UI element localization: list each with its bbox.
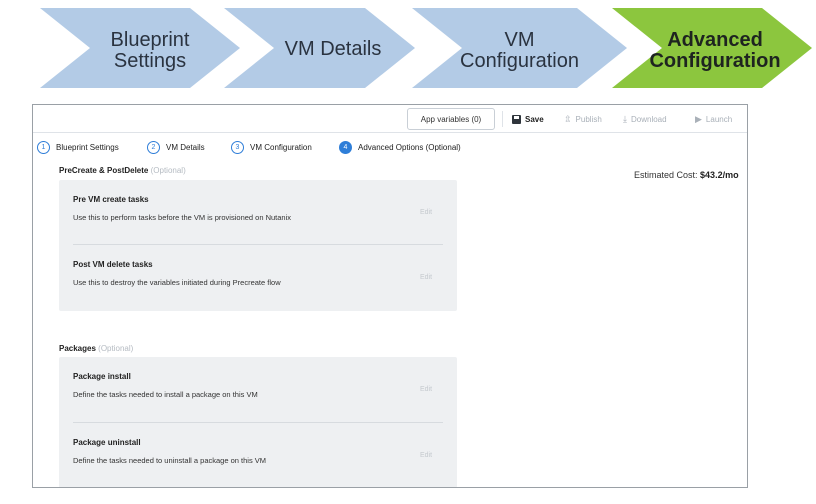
task-post-vm-delete: Post VM delete tasks Use this to destroy… (59, 245, 457, 311)
download-label: Download (630, 114, 667, 124)
precreate-panel: Pre VM create tasks Use this to perform … (59, 180, 457, 311)
publish-label: Publish (575, 114, 602, 124)
launch-label: Launch (705, 114, 733, 124)
step-vm-details[interactable]: 2 VM Details (147, 141, 205, 154)
optional-tag: (Optional) (98, 344, 134, 353)
chevron-label-line1: VM Details (284, 38, 382, 60)
optional-tag: (Optional) (150, 166, 186, 175)
section-title-text: PreCreate & PostDelete (59, 166, 149, 175)
task-description: Use this to destroy the variables initia… (73, 278, 281, 287)
chevron-label-vm-details: VM Details (268, 39, 398, 60)
download-button[interactable]: ⤓ Download (623, 112, 667, 126)
app-variables-button[interactable]: App variables (0) (407, 108, 495, 130)
task-description: Define the tasks needed to install a pac… (73, 390, 258, 399)
chevron-label-blueprint-settings: Blueprint Settings (95, 30, 205, 72)
step-advanced-options[interactable]: 4 Advanced Options (Optional) (339, 141, 461, 154)
section-title-text: Packages (59, 344, 96, 353)
step-label: Advanced Options (Optional) (358, 143, 461, 152)
chevron-label-vm-configuration: VM Configuration (452, 30, 587, 72)
task-description: Use this to perform tasks before the VM … (73, 213, 292, 222)
packages-panel: Package install Define the tasks needed … (59, 357, 457, 487)
chevron-label-line1: VM (504, 29, 535, 51)
save-button[interactable]: Save (512, 112, 544, 126)
chevron-label-line1: Blueprint (110, 29, 190, 51)
step-label: Blueprint Settings (56, 143, 119, 152)
step-number: 4 (339, 141, 352, 154)
step-number: 1 (37, 141, 50, 154)
step-label: VM Details (166, 143, 205, 152)
step-label: VM Configuration (250, 143, 312, 152)
chevron-label-line2: Settings (113, 50, 187, 72)
task-package-uninstall: Package uninstall Define the tasks neede… (59, 423, 457, 487)
chevron-label-line2: Configuration (460, 50, 579, 72)
task-title: Package install (73, 372, 131, 381)
step-number: 2 (147, 141, 160, 154)
task-title: Pre VM create tasks (73, 195, 149, 204)
play-icon: ▶ (695, 113, 702, 124)
toolbar: App variables (0) Save ⇫ Publish ⤓ Downl… (33, 105, 747, 133)
estimated-cost-value: $43.2/mo (700, 170, 739, 180)
save-label: Save (525, 114, 544, 124)
publish-button[interactable]: ⇫ Publish (564, 112, 602, 126)
toolbar-divider (502, 111, 503, 127)
edit-button[interactable]: Edit (409, 381, 443, 397)
wizard-steps: 1 Blueprint Settings 2 VM Details 3 VM C… (33, 139, 747, 159)
download-icon: ⤓ (623, 113, 627, 124)
estimated-cost: Estimated Cost: $43.2/mo (634, 170, 739, 180)
task-pre-vm-create: Pre VM create tasks Use this to perform … (59, 180, 457, 245)
estimated-cost-label: Estimated Cost: (634, 170, 698, 180)
save-icon (512, 114, 521, 124)
edit-button[interactable]: Edit (409, 269, 443, 285)
step-blueprint-settings[interactable]: 1 Blueprint Settings (37, 141, 119, 154)
step-number: 3 (231, 141, 244, 154)
step-vm-configuration[interactable]: 3 VM Configuration (231, 141, 312, 154)
chevron-label-advanced-configuration: Advanced Configuration (640, 30, 790, 72)
chevron-label-line1: Advanced (667, 29, 763, 51)
launch-button[interactable]: ▶ Launch (695, 112, 732, 126)
packages-section-title: Packages (Optional) (59, 344, 133, 353)
task-package-install: Package install Define the tasks needed … (59, 357, 457, 422)
task-title: Post VM delete tasks (73, 260, 153, 269)
blueprint-editor-window: App variables (0) Save ⇫ Publish ⤓ Downl… (32, 104, 748, 488)
publish-icon: ⇫ (564, 113, 572, 124)
precreate-section-title: PreCreate & PostDelete (Optional) (59, 166, 186, 175)
chevron-label-line2: Configuration (649, 50, 781, 72)
edit-button[interactable]: Edit (409, 204, 443, 220)
task-title: Package uninstall (73, 438, 141, 447)
edit-button[interactable]: Edit (409, 447, 443, 463)
task-description: Define the tasks needed to uninstall a p… (73, 456, 267, 465)
